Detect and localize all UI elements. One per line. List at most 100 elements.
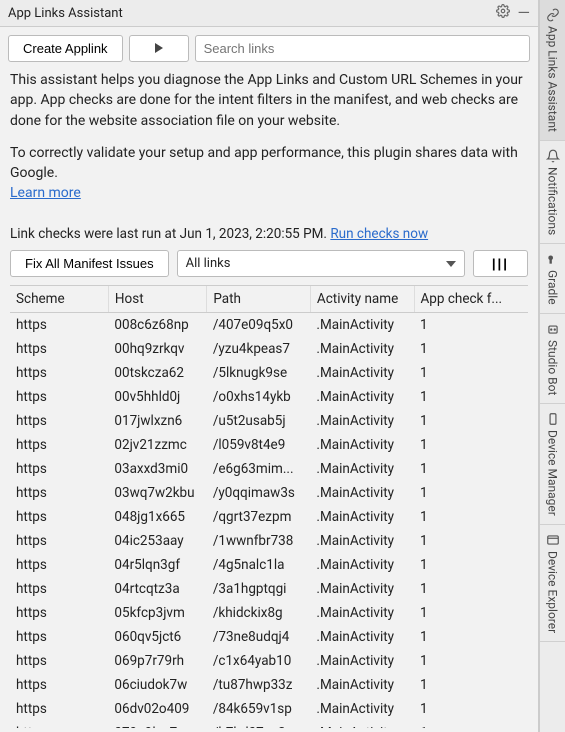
cell-check: 1 xyxy=(414,577,528,601)
status-row: Link checks were last run at Jun 1, 2023… xyxy=(0,226,538,250)
cell-host: 06ciudok7w xyxy=(108,673,206,697)
table-row[interactable]: https00hq9zrkqv/yzu4kpeas7.MainActivity1 xyxy=(10,337,528,361)
table-row[interactable]: https00v5hhld0j/o0xhs14ykb.MainActivity1 xyxy=(10,385,528,409)
cell-host: 04r5lqn3gf xyxy=(108,553,206,577)
run-checks-link[interactable]: Run checks now xyxy=(330,226,428,242)
cell-host: 017jwlxzn6 xyxy=(108,409,206,433)
description: This assistant helps you diagnose the Ap… xyxy=(0,70,538,226)
table-row[interactable]: https048jg1x665/qgrt37ezpm.MainActivity1 xyxy=(10,505,528,529)
cell-host: 03axxd3mi0 xyxy=(108,457,206,481)
cell-host: 04rtcqtz3a xyxy=(108,577,206,601)
link-icon xyxy=(546,8,560,22)
cell-path: /h7bd07ox3y xyxy=(207,721,311,728)
side-tab-device-manager[interactable]: Device Manager xyxy=(540,404,565,525)
cell-check: 1 xyxy=(414,457,528,481)
table-row[interactable]: https060qv5jct6/73ne8udqj4.MainActivity1 xyxy=(10,625,528,649)
table-header-row: Scheme Host Path Activity name App check… xyxy=(10,286,528,313)
table-row[interactable]: https02jv21zzmc/l059v8t4e9.MainActivity1 xyxy=(10,433,528,457)
cell-scheme: https xyxy=(10,481,108,505)
cell-host: 03wq7w2kbu xyxy=(108,481,206,505)
cell-activity: .MainActivity xyxy=(310,601,414,625)
table-row[interactable]: https03axxd3mi0/e6g63mim....MainActivity… xyxy=(10,457,528,481)
cell-activity: .MainActivity xyxy=(310,457,414,481)
cell-path: /qgrt37ezpm xyxy=(207,505,311,529)
table-row[interactable]: https04ic253aay/1wwnfbr738.MainActivity1 xyxy=(10,529,528,553)
table-row[interactable]: https079g9luv7w/h7bd07ox3y.MainActivity1 xyxy=(10,721,528,728)
cell-activity: .MainActivity xyxy=(310,505,414,529)
cell-check: 1 xyxy=(414,529,528,553)
table-row[interactable]: https008c6z68np/407e09q5x0.MainActivity1 xyxy=(10,312,528,337)
cell-path: /o0xhs14ykb xyxy=(207,385,311,409)
table-row[interactable]: https04r5lqn3gf/4g5nalc1la.MainActivity1 xyxy=(10,553,528,577)
col-activity[interactable]: Activity name xyxy=(310,286,414,313)
bot-icon xyxy=(546,322,560,336)
columns-button[interactable]: ||| xyxy=(473,250,528,277)
links-table: Scheme Host Path Activity name App check… xyxy=(10,286,528,728)
table-row[interactable]: https06dv02o409/84k659v1sp.MainActivity1 xyxy=(10,697,528,721)
toolbar: Create Applink xyxy=(0,27,538,70)
cell-activity: .MainActivity xyxy=(310,529,414,553)
side-tab-app-links[interactable]: App Links Assistant xyxy=(540,0,565,141)
side-tab-notifications[interactable]: Notifications xyxy=(540,141,565,244)
cell-path: /c1x64yab10 xyxy=(207,649,311,673)
explorer-icon xyxy=(546,533,560,547)
cell-host: 048jg1x665 xyxy=(108,505,206,529)
cell-path: /3a1hgptqgi xyxy=(207,577,311,601)
cell-scheme: https xyxy=(10,505,108,529)
minimize-icon[interactable]: — xyxy=(518,5,531,21)
create-applink-button[interactable]: Create Applink xyxy=(8,35,123,62)
cell-check: 1 xyxy=(414,361,528,385)
cell-path: /yzu4kpeas7 xyxy=(207,337,311,361)
cell-scheme: https xyxy=(10,553,108,577)
cell-host: 00v5hhld0j xyxy=(108,385,206,409)
filter-dropdown[interactable]: All links xyxy=(177,250,465,277)
links-table-wrap[interactable]: Scheme Host Path Activity name App check… xyxy=(10,285,528,728)
cell-path: /e6g63mim... xyxy=(207,457,311,481)
col-path[interactable]: Path xyxy=(207,286,311,313)
cell-check: 1 xyxy=(414,649,528,673)
run-button[interactable] xyxy=(129,35,189,62)
col-appcheck[interactable]: App check f... xyxy=(414,286,528,313)
cell-check: 1 xyxy=(414,433,528,457)
side-tab-gradle[interactable]: Gradle xyxy=(540,244,565,314)
panel-title: App Links Assistant xyxy=(8,6,496,21)
cell-scheme: https xyxy=(10,577,108,601)
learn-more-link[interactable]: Learn more xyxy=(10,185,81,201)
cell-host: 02jv21zzmc xyxy=(108,433,206,457)
cell-activity: .MainActivity xyxy=(310,481,414,505)
cell-activity: .MainActivity xyxy=(310,697,414,721)
panel-header: App Links Assistant — xyxy=(0,0,538,27)
gear-icon[interactable] xyxy=(496,4,510,22)
col-host[interactable]: Host xyxy=(108,286,206,313)
cell-activity: .MainActivity xyxy=(310,721,414,728)
cell-path: /4g5nalc1la xyxy=(207,553,311,577)
table-row[interactable]: https04rtcqtz3a/3a1hgptqgi.MainActivity1 xyxy=(10,577,528,601)
table-row[interactable]: https05kfcp3jvm/khidckix8g.MainActivity1 xyxy=(10,601,528,625)
cell-scheme: https xyxy=(10,361,108,385)
cell-host: 060qv5jct6 xyxy=(108,625,206,649)
cell-scheme: https xyxy=(10,625,108,649)
cell-host: 00tskcza62 xyxy=(108,361,206,385)
search-input[interactable] xyxy=(195,35,530,62)
cell-path: /l059v8t4e9 xyxy=(207,433,311,457)
cell-path: /1wwnfbr738 xyxy=(207,529,311,553)
cell-check: 1 xyxy=(414,601,528,625)
cell-path: /73ne8udqj4 xyxy=(207,625,311,649)
side-tab-device-explorer[interactable]: Device Explorer xyxy=(540,525,565,642)
table-row[interactable]: https069p7r79rh/c1x64yab10.MainActivity1 xyxy=(10,649,528,673)
main-panel: App Links Assistant — Create Applink Thi… xyxy=(0,0,539,732)
cell-scheme: https xyxy=(10,312,108,337)
cell-host: 079g9luv7w xyxy=(108,721,206,728)
cell-scheme: https xyxy=(10,337,108,361)
description-p2: To correctly validate your setup and app… xyxy=(10,145,518,181)
table-row[interactable]: https06ciudok7w/tu87hwp33z.MainActivity1 xyxy=(10,673,528,697)
cell-host: 05kfcp3jvm xyxy=(108,601,206,625)
controls-row: Fix All Manifest Issues All links ||| xyxy=(0,250,538,285)
col-scheme[interactable]: Scheme xyxy=(10,286,108,313)
table-row[interactable]: https00tskcza62/5lknugk9se.MainActivity1 xyxy=(10,361,528,385)
fix-manifest-button[interactable]: Fix All Manifest Issues xyxy=(10,250,169,277)
table-row[interactable]: https017jwlxzn6/u5t2usab5j.MainActivity1 xyxy=(10,409,528,433)
table-row[interactable]: https03wq7w2kbu/y0qqimaw3s.MainActivity1 xyxy=(10,481,528,505)
side-tab-studio-bot[interactable]: Studio Bot xyxy=(540,314,565,404)
cell-host: 04ic253aay xyxy=(108,529,206,553)
